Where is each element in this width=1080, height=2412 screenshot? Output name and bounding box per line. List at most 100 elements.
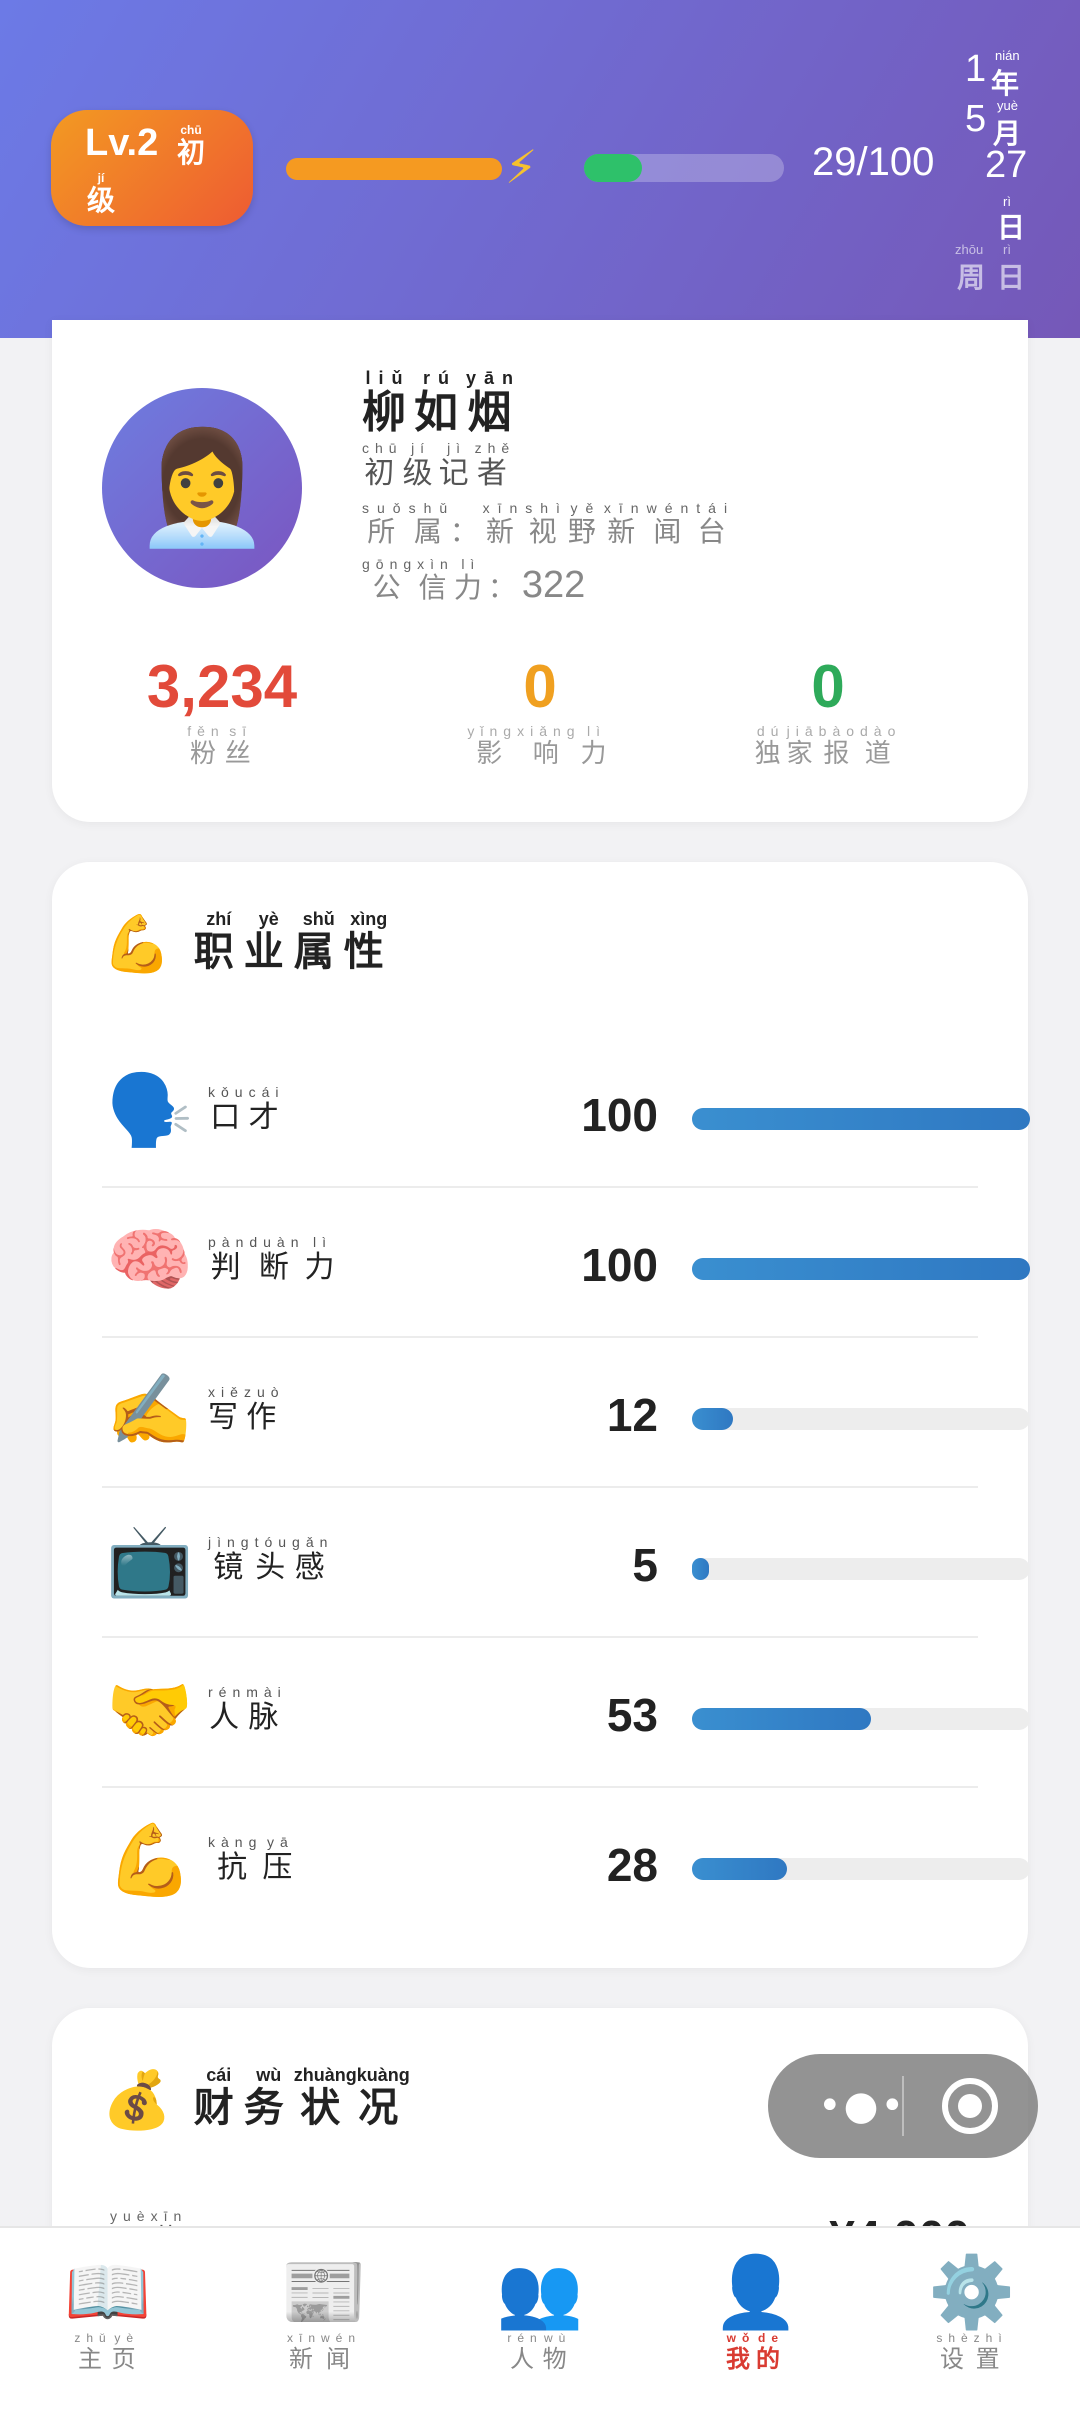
attribute-label: 判pàn断duàn力lì [208,1234,341,1285]
level-badge[interactable]: Lv.2 初chū 级jí [51,110,253,226]
tab-newspaper[interactable]: 📰 新xīn闻wén [216,2252,432,2374]
tab-label: 设shè置zhì [936,2331,1008,2373]
hanzi-char: 断 [249,1250,305,1285]
hanzi-char: 家 [786,739,819,769]
credibility-line: 公gōng信xìn力lì：322 [362,556,586,606]
tab-person[interactable]: 👤 我wǒ的de [648,2252,864,2374]
money-bag-icon: 💰 [102,2068,172,2133]
hanzi-char: 所 [362,515,409,548]
attribute-row: 💪 抗kàng压yā 28 [102,1788,1030,1938]
speaking-head-icon: 🗣️ [106,1069,194,1151]
flexed-biceps-icon: 💪 [102,912,172,977]
hanzi-char: 职 [193,929,244,975]
hanzi-char: 新 [286,2345,321,2373]
attribute-progress-fill [692,1108,1030,1130]
hanzi-char: 级 [402,456,439,491]
woman-office-worker-icon[interactable]: 👩‍💼 [102,388,302,588]
influence-count: 0 [523,653,557,720]
hanzi-char: 公 [362,571,418,604]
stat-influence[interactable]: 0 影yǐng响xiǎng力lì [390,652,690,770]
attribute-row: 📺 镜jìng头tóu感gǎn 5 [102,1488,1030,1638]
reporter-role: 初chū级jí记jì者zhě [362,440,516,491]
finance-title: 财cái务wù状zhuàng况kuàng [193,2065,410,2131]
hanzi-char: 判 [208,1250,250,1285]
stat-fans[interactable]: 3,234 粉fěn丝sī [72,652,372,770]
career-attributes-title: 职zhí业yè属shǔ性xìng [193,909,394,975]
finance-header: 💰 财cái务wù状zhuàng况kuàng [102,2060,410,2140]
exclusive-reports-count: 0 [811,653,845,720]
level-char-2: 级 [87,184,116,217]
hanzi-char: 务 [243,2085,294,2131]
level-text: Lv.2 [85,122,159,164]
hanzi-char: 野 [567,515,604,548]
date-ri: 日 [997,212,1026,243]
reporter-organization: 所suǒ属shǔ：新xīn视shì野yě新xīn闻wén台tái [362,500,736,548]
date-year-digit: 1 [965,48,987,90]
hanzi-char: 力 [304,1250,341,1285]
hanzi-char: 业 [243,929,294,975]
tab-people[interactable]: 👥 人rén物wù [432,2252,648,2374]
hanzi-char: 者 [474,456,516,491]
attribute-progress-fill [692,1858,787,1880]
attribute-value: 5 [632,1539,658,1591]
newspaper-icon: 📰 [280,2251,368,2333]
person-icon: 👤 [712,2251,800,2333]
hanzi-char: 作 [244,1400,285,1435]
hanzi-char: 镜 [208,1550,255,1585]
hanzi-char: 记 [438,456,475,491]
attribute-progress-fill [692,1258,1030,1280]
fans-count: 3,234 [146,653,298,720]
flexed-biceps-icon: 💪 [106,1819,194,1901]
hanzi-char: 丝 [224,739,257,769]
hanzi-char: 新 [603,515,647,548]
hanzi-char: 我 [726,2345,756,2373]
tab-open-book[interactable]: 📖 主zhǔ页yè [0,2252,216,2374]
attribute-progress-bar [692,1108,1030,1130]
tab-label: 人rén物wù [507,2331,573,2373]
attribute-progress-fill [692,1558,709,1580]
hanzi-char: 信 [417,571,454,604]
attribute-progress-bar [692,1408,1030,1430]
career-attributes-card: 💪 职zhí业yè属shǔ性xìng 🗣️ 口kǒu才cái 100 🧠 判pàn断du… [52,862,1030,1968]
hanzi-char: 响 [517,739,581,769]
hanzi-char: 道 [860,739,902,769]
level-char-1: 初 [177,136,206,169]
hanzi-char: 置 [973,2345,1008,2373]
hanzi-char: 物 [542,2345,573,2373]
attribute-progress-fill [692,1408,733,1430]
attribute-value: 12 [606,1389,658,1441]
hanzi-char: 力 [453,571,488,604]
date-weekday-ri: 日 [997,262,1026,293]
influence-label: 影yǐng响xiǎng力lì [467,723,613,769]
attribute-value: 100 [581,1089,658,1141]
hanzi-char: 烟 [466,387,522,438]
date-month-digit: 5 [965,98,987,140]
attribute-label: 写xiě作zuò [208,1384,285,1435]
attribute-label: 人rén脉mài [208,1684,287,1735]
hanzi-char: 新 [482,515,526,548]
open-book-icon: 📖 [64,2251,152,2333]
attribute-value: 53 [606,1689,658,1741]
gear-icon: ⚙️ [928,2251,1016,2333]
brain-icon: 🧠 [106,1219,194,1301]
tab-gear[interactable]: ⚙️ 设shè置zhì [864,2252,1080,2374]
handshake-icon: 🤝 [106,1669,194,1751]
hanzi-char: 力 [580,739,613,769]
hanzi-char: 性 [343,929,394,975]
more-dots-icon[interactable]: •●• [818,2086,906,2126]
tab-label: 新xīn闻wén [286,2331,361,2373]
attribute-value: 28 [606,1839,658,1891]
date-nian: 年 [991,68,1020,99]
target-close-icon[interactable] [942,2078,998,2134]
exclusive-reports-label: 独dú家jiā报bào道dào [754,723,902,769]
exp-progress-fill [584,154,642,182]
stat-exclusive-reports[interactable]: 0 独dú家jiā报bào道dào [678,652,978,770]
hanzi-char: 人 [507,2345,543,2373]
bottom-tab-bar: 📖 主zhǔ页yè 📰 新xīn闻wén 👥 人rén物wù 👤 我wǒ的de ⚙️ 设shè置z… [0,2226,1080,2412]
top-status-header: Lv.2 初chū 级jí ⚡ 29/100 1 nián 年 5 yuè 月 … [0,0,1080,338]
attribute-value: 100 [581,1239,658,1291]
hanzi-char: 抗 [208,1850,263,1885]
credibility-value: 322 [521,564,586,606]
hanzi-char: 脉 [246,1700,287,1735]
hanzi-char: 台 [696,515,736,548]
